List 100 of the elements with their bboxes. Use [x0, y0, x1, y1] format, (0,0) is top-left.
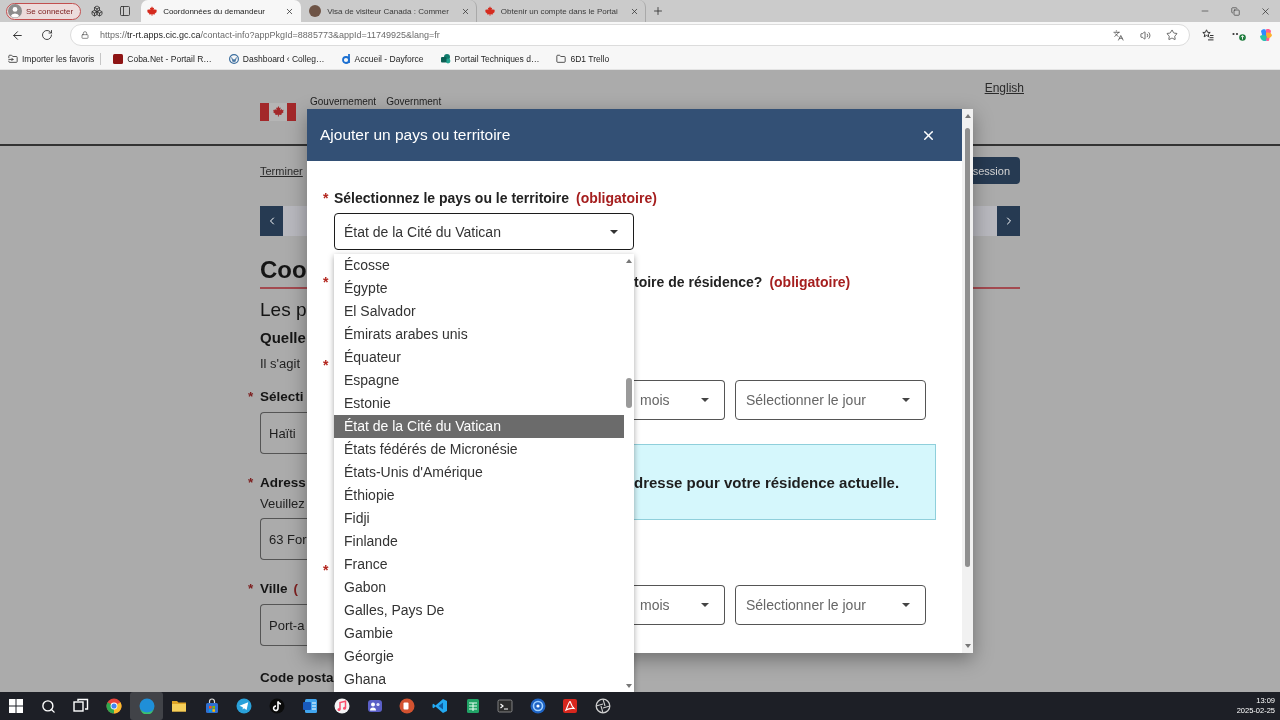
people-icon	[366, 698, 383, 714]
dropdown-option[interactable]: France	[334, 553, 624, 576]
field-label: Sélectionnez le pays ou le territoire	[334, 189, 569, 208]
dropdown-option[interactable]: Éthiopie	[334, 484, 624, 507]
folder-icon	[171, 698, 188, 714]
bookmark-link[interactable]: Accueil - Dayforce	[341, 53, 424, 64]
required-marker: *	[323, 273, 330, 292]
required-marker: *	[323, 189, 330, 208]
caret-down-icon	[610, 229, 618, 234]
music-note-icon	[269, 698, 286, 714]
scroll-up-icon[interactable]	[964, 114, 971, 118]
folder-icon	[556, 53, 567, 64]
language-link[interactable]: English	[984, 81, 1024, 95]
field-label: Ville	[260, 581, 288, 597]
shopping-bag-icon	[203, 698, 220, 714]
day-select[interactable]: Sélectionner le jour	[735, 585, 926, 625]
hint-text: Il s'agit	[260, 356, 301, 372]
dropdown-option[interactable]: Géorgie	[334, 645, 624, 668]
page-heading: Coo	[260, 256, 307, 284]
bookmark-link[interactable]: Portail Techniques d…	[440, 53, 540, 64]
assistant-logo-icon[interactable]	[1259, 28, 1273, 42]
caret-down-icon	[902, 603, 910, 607]
swoosh-tile-icon	[562, 698, 579, 714]
read-aloud-icon[interactable]	[1140, 29, 1151, 41]
lock-icon[interactable]	[81, 31, 89, 39]
dropdown-option[interactable]: El Salvador	[334, 300, 624, 323]
dropdown-option[interactable]: États fédérés de Micronésie	[334, 438, 624, 461]
arc-logo-icon	[341, 53, 351, 64]
scrollbar-thumb[interactable]	[626, 378, 632, 408]
required-marker: *	[248, 389, 255, 405]
dropdown-option[interactable]: Gambie	[334, 622, 624, 645]
field-label: Code posta	[260, 670, 334, 686]
field-label: Sélecti	[260, 389, 304, 405]
dropdown-option[interactable]: Galles, Pays De	[334, 599, 624, 622]
scroll-down-icon[interactable]	[964, 644, 971, 648]
bookmark-link[interactable]: 6D1 Trello	[556, 53, 610, 64]
scrollbar-thumb[interactable]	[965, 128, 970, 567]
favorite-star-icon[interactable]	[1166, 29, 1178, 41]
back-icon[interactable]	[11, 28, 24, 42]
dropdown-option[interactable]: Fidji	[334, 507, 624, 530]
music-note-icon	[334, 698, 351, 714]
dropdown-option[interactable]: Équateur	[334, 346, 624, 369]
terminal-icon	[497, 698, 514, 714]
caret-down-icon	[701, 398, 709, 402]
browser-tab[interactable]: Coordonnées du demandeur	[141, 0, 302, 22]
required-marker: *	[323, 561, 330, 580]
close-icon[interactable]	[285, 6, 295, 16]
dropdown-option[interactable]: Finlande	[334, 530, 624, 553]
session-button[interactable]: session	[970, 157, 1020, 184]
dropdown-option[interactable]: Émirats arabes unis	[334, 323, 624, 346]
scroll-down-icon[interactable]	[626, 684, 632, 688]
ring-logo-icon	[106, 698, 123, 714]
dropdown-option[interactable]: Gabon	[334, 576, 624, 599]
start-icon	[8, 698, 25, 714]
aperture-icon	[595, 698, 611, 714]
side-panel-icon[interactable]	[119, 5, 132, 17]
close-icon[interactable]	[460, 6, 470, 16]
close-icon[interactable]	[1259, 5, 1271, 17]
scroll-up-icon[interactable]	[626, 259, 632, 263]
dropdown-option[interactable]: Estonie	[334, 392, 624, 415]
info-notice: dresse pour votre résidence actuelle.	[634, 444, 936, 520]
dropdown-option[interactable]: Ghana	[334, 668, 624, 691]
new-tab-icon[interactable]	[651, 5, 664, 17]
address-field[interactable]: https://tr-rt.apps.cic.gc.ca/contact-info?appPkgId=8885773&appId=11749925&lang=fr	[70, 24, 1190, 46]
exit-link[interactable]: Terminer	[260, 164, 303, 177]
sign-in-button[interactable]: Se connecter	[6, 2, 82, 20]
dialog-title: Ajouter un pays ou territoire	[320, 126, 511, 144]
maple-leaf-icon	[147, 6, 158, 16]
code-icon	[432, 698, 448, 714]
close-icon[interactable]	[629, 6, 639, 16]
bookmark-link[interactable]: Dashboard ‹ Colleg…	[228, 53, 325, 64]
country-select[interactable]: État de la Cité du Vatican	[334, 213, 634, 250]
avatar-icon	[309, 5, 322, 17]
government-name: Gouvernement	[310, 96, 377, 108]
task-view-icon	[73, 698, 90, 714]
favorites-icon[interactable]	[1202, 29, 1214, 41]
required-note: (obligatoire)	[575, 189, 657, 208]
bookmark-link[interactable]: Coba.Net - Portail R…	[113, 53, 212, 64]
translate-icon[interactable]	[1113, 29, 1124, 41]
round-logo-icon	[138, 698, 155, 714]
dropdown-option[interactable]: État de la Cité du Vatican	[334, 415, 624, 438]
dropdown-option[interactable]: Égypte	[334, 277, 624, 300]
field-label: toire de résidence?	[634, 273, 763, 292]
bookmark-link[interactable]: Importer les favoris	[8, 53, 95, 64]
dropdown-option[interactable]: Écosse	[334, 254, 624, 277]
caret-down-icon	[701, 603, 709, 607]
disc-icon	[529, 698, 546, 714]
day-select[interactable]: Sélectionner le jour	[735, 380, 926, 420]
dropdown-option[interactable]: Espagne	[334, 369, 624, 392]
month-select[interactable]: mois	[634, 585, 725, 625]
cubes-icon[interactable]	[91, 5, 104, 17]
caret-down-icon	[902, 398, 910, 402]
person-avatar-icon	[8, 4, 22, 18]
month-select[interactable]: mois	[634, 380, 725, 420]
refresh-icon[interactable]	[41, 29, 53, 41]
required-marker: *	[323, 356, 330, 375]
square-icon	[113, 53, 124, 64]
help-text: Veuillez	[260, 496, 305, 512]
dots-logo-icon	[440, 53, 451, 64]
dropdown-option[interactable]: États-Unis d'Amérique	[334, 461, 624, 484]
